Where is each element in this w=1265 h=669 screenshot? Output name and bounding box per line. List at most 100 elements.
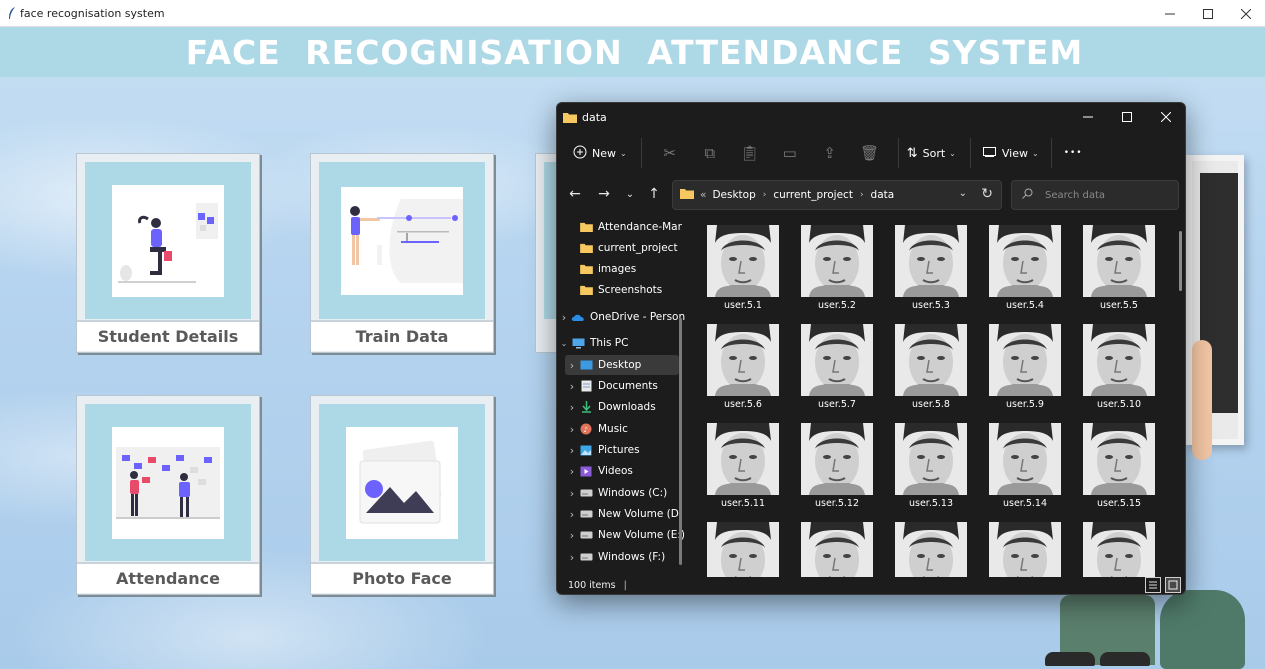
file-item[interactable]: [691, 514, 779, 577]
address-bar[interactable]: « Desktop › current_project › data ⌄ ↻: [672, 180, 1002, 210]
photo-face-tile[interactable]: Photo Face: [310, 395, 494, 595]
chevron-right-icon[interactable]: ›: [565, 529, 579, 542]
file-item[interactable]: user.5.13: [879, 415, 967, 513]
file-item[interactable]: user.5.15: [1067, 415, 1155, 513]
recent-locations-chevron-icon[interactable]: ⌄: [620, 185, 640, 203]
sidebar-item-label: Music: [598, 423, 628, 435]
file-name: user.5.7: [818, 399, 856, 410]
paste-icon[interactable]: 📋︎: [730, 137, 770, 169]
file-item[interactable]: user.5.3: [879, 217, 967, 315]
file-item[interactable]: user.5.7: [785, 316, 873, 414]
sidebar-item-windows-f[interactable]: › Windows (F:): [565, 547, 665, 567]
sidebar-item-label: New Volume (E:): [598, 529, 685, 541]
sidebar-item-onedrive-person[interactable]: › OneDrive - Person: [557, 307, 685, 327]
attendance-tile[interactable]: Attendance: [76, 395, 260, 595]
address-dropdown-icon[interactable]: ⌄: [959, 188, 967, 199]
new-button[interactable]: New ⌄: [573, 137, 627, 169]
chevron-right-icon[interactable]: ›: [565, 551, 579, 564]
file-item[interactable]: [785, 514, 873, 577]
file-name: user.5.8: [912, 399, 950, 410]
face-thumbnail: [801, 423, 873, 495]
file-item[interactable]: user.5.10: [1067, 316, 1155, 414]
train-data-image: [319, 162, 485, 319]
background-figure-shoe: [1100, 652, 1150, 666]
student-details-tile[interactable]: Student Details: [76, 153, 260, 353]
sidebar-item-videos[interactable]: › Videos: [565, 461, 633, 481]
breadcrumb-desktop[interactable]: Desktop: [712, 189, 755, 201]
file-item[interactable]: user.5.6: [691, 316, 779, 414]
close-button[interactable]: [1227, 0, 1265, 27]
face-thumbnail: [1083, 324, 1155, 396]
refresh-icon[interactable]: ↻: [981, 186, 993, 202]
face-thumbnail: [707, 522, 779, 577]
face-thumbnail: [895, 522, 967, 577]
chevron-right-icon[interactable]: ›: [565, 423, 579, 436]
explorer-close-button[interactable]: [1146, 103, 1185, 131]
sidebar-item-current-project[interactable]: current_project: [565, 238, 678, 258]
sidebar-item-label: Screenshots: [598, 284, 663, 296]
maximize-button[interactable]: [1189, 0, 1227, 27]
chevron-right-icon[interactable]: ›: [565, 508, 579, 521]
file-item[interactable]: user.5.2: [785, 217, 873, 315]
large-icons-view-icon[interactable]: [1165, 577, 1181, 593]
sidebar-item-images[interactable]: images: [565, 259, 636, 279]
sidebar-item-label: Pictures: [598, 444, 640, 456]
file-item[interactable]: user.5.9: [973, 316, 1061, 414]
file-item[interactable]: user.5.12: [785, 415, 873, 513]
breadcrumb-current-project[interactable]: current_project: [773, 189, 853, 201]
chevron-right-icon[interactable]: ›: [565, 465, 579, 478]
sidebar-item-this-pc[interactable]: ⌄ This PC: [557, 333, 629, 353]
chevron-right-icon[interactable]: ›: [565, 487, 579, 500]
explorer-minimize-button[interactable]: [1068, 103, 1107, 131]
forward-arrow-icon[interactable]: →: [594, 185, 614, 203]
share-icon[interactable]: ⇪: [810, 137, 850, 169]
rename-icon[interactable]: ▭: [770, 137, 810, 169]
sidebar-scrollbar[interactable]: [679, 318, 682, 565]
sidebar-item-windows-c[interactable]: › Windows (C:): [565, 483, 667, 503]
sidebar-item-documents[interactable]: › Documents: [565, 376, 658, 396]
chevron-right-icon[interactable]: ›: [557, 311, 571, 324]
details-view-icon[interactable]: [1145, 577, 1161, 593]
delete-icon[interactable]: 🗑︎: [850, 137, 890, 169]
file-item[interactable]: [1067, 514, 1155, 577]
file-item[interactable]: user.5.14: [973, 415, 1061, 513]
chevron-right-icon[interactable]: ›: [565, 444, 579, 457]
breadcrumb-overflow[interactable]: «: [700, 189, 706, 201]
file-item[interactable]: user.5.11: [691, 415, 779, 513]
file-item[interactable]: [879, 514, 967, 577]
file-item[interactable]: user.5.1: [691, 217, 779, 315]
train-data-tile[interactable]: Train Data: [310, 153, 494, 353]
file-item[interactable]: user.5.8: [879, 316, 967, 414]
file-name: user.5.2: [818, 300, 856, 311]
chevron-down-icon[interactable]: ⌄: [557, 339, 571, 348]
more-options-button[interactable]: •••: [1064, 137, 1083, 169]
sidebar-item-new-volume-d[interactable]: › New Volume (D:: [565, 504, 683, 524]
minimize-button[interactable]: [1151, 0, 1189, 27]
chevron-right-icon[interactable]: ›: [565, 380, 579, 393]
search-input[interactable]: [1045, 189, 1165, 201]
cut-icon[interactable]: ✂: [650, 137, 690, 169]
up-arrow-icon[interactable]: ↑: [644, 185, 664, 203]
sort-button[interactable]: ⇅ Sort ⌄: [907, 137, 956, 169]
back-arrow-icon[interactable]: ←: [565, 185, 585, 203]
explorer-maximize-button[interactable]: [1107, 103, 1146, 131]
breadcrumb-data[interactable]: data: [871, 189, 895, 201]
file-item[interactable]: user.5.5: [1067, 217, 1155, 315]
view-button[interactable]: View ⌄: [982, 137, 1039, 169]
file-item[interactable]: [973, 514, 1061, 577]
file-grid-scrollbar[interactable]: [1179, 231, 1182, 291]
sidebar-item-screenshots[interactable]: Screenshots: [565, 280, 662, 300]
sidebar-item-downloads[interactable]: › Downloads: [565, 397, 656, 417]
sidebar-item-new-volume-e[interactable]: › New Volume (E:): [565, 525, 685, 545]
chevron-right-icon[interactable]: ›: [565, 401, 579, 414]
search-box[interactable]: [1011, 180, 1179, 210]
folder-icon: [563, 108, 577, 127]
sidebar-item-desktop[interactable]: › Desktop: [565, 355, 679, 375]
sidebar-item-music[interactable]: › ♪ Music: [565, 419, 628, 439]
file-item[interactable]: user.5.4: [973, 217, 1061, 315]
chevron-right-icon[interactable]: ›: [565, 359, 579, 372]
copy-icon[interactable]: ⧉: [690, 137, 730, 169]
sidebar-item-pictures[interactable]: › Pictures: [565, 440, 640, 460]
sidebar-item-attendance-mar[interactable]: Attendance-Mar: [565, 217, 682, 237]
drive-icon: [579, 551, 593, 563]
